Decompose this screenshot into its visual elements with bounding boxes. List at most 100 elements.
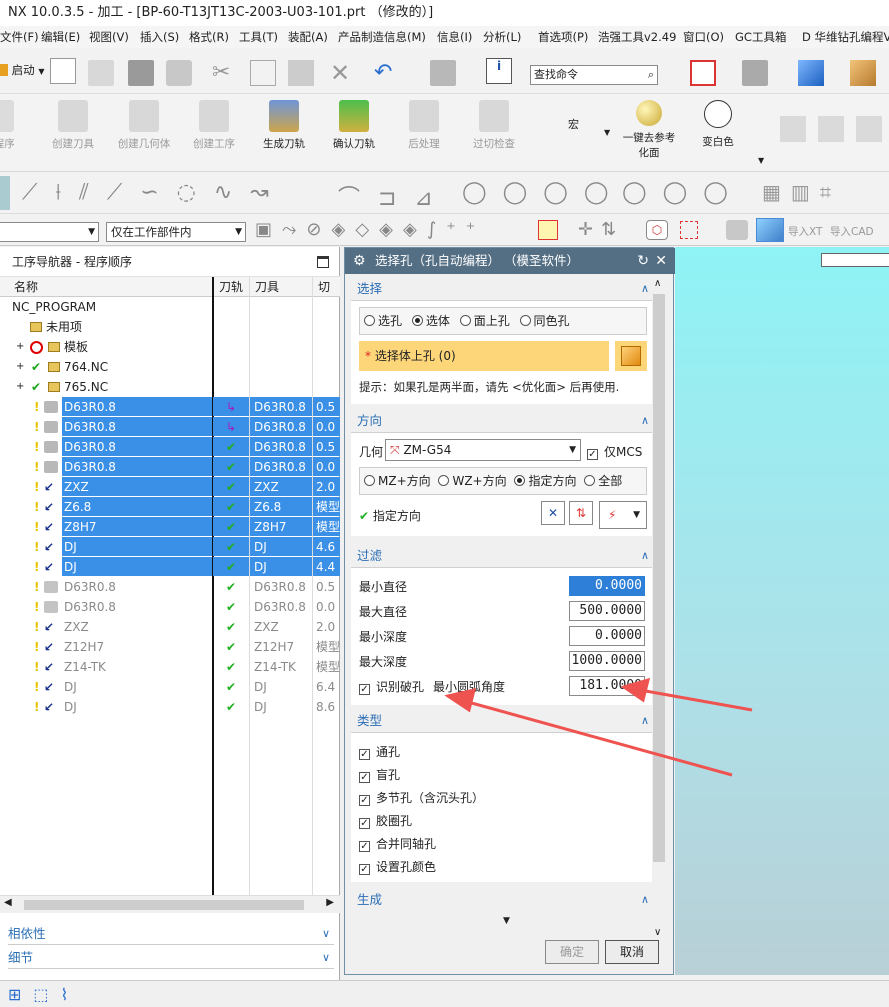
graphics-viewport[interactable] <box>675 247 889 975</box>
maximize-icon[interactable] <box>317 256 329 268</box>
merge-coaxial-checkbox[interactable]: ✓ 合并同轴孔 <box>359 835 436 852</box>
more-chevron-down-icon[interactable]: ▼ <box>503 916 510 926</box>
change-white-button[interactable]: 变白色 <box>688 98 748 149</box>
import-xt-button[interactable]: 导入XT <box>788 224 822 239</box>
new-file-icon[interactable] <box>50 58 76 84</box>
cube-icon[interactable] <box>780 116 806 142</box>
copy-icon[interactable] <box>250 60 276 86</box>
geometry-select[interactable]: ⤧ ZM-G54 ▼ <box>385 439 581 461</box>
information-icon[interactable]: i <box>486 58 512 84</box>
create-geometry-button[interactable]: 创建几何体 <box>107 98 181 151</box>
ribbon-chevron-down-icon[interactable]: ▼ <box>758 156 764 165</box>
menu-huawei[interactable]: D 华维钻孔编程V1 <box>802 26 889 48</box>
chevron-up-icon[interactable]: ∧ <box>641 710 649 732</box>
remove-ref-button[interactable]: 一键去参考化面 <box>618 98 680 160</box>
undo-icon[interactable]: ↶ <box>374 60 400 86</box>
chevron-up-icon[interactable]: ∧ <box>641 278 649 300</box>
scope-filter-select[interactable]: 仅在工作部件内 ▼ <box>106 222 246 242</box>
window-select-icon[interactable] <box>680 221 698 239</box>
tree-root[interactable]: NC_PROGRAM <box>0 297 340 317</box>
cut-icon[interactable]: ✂ <box>212 60 238 86</box>
column-tool[interactable]: 刀具 <box>255 277 279 297</box>
operation-row[interactable]: ! D63R0.8 ✔ D63R0.8 0.0 <box>0 457 340 477</box>
menu-haoqiang[interactable]: 浩强工具v2.49 <box>598 26 676 48</box>
scroll-right-icon[interactable]: ▶ <box>326 897 334 908</box>
max-depth-input[interactable]: 1000.0000 <box>569 651 645 671</box>
select-section-header[interactable]: 选择 ∧ <box>351 278 655 300</box>
radio-face-hole[interactable]: 面上孔 <box>459 314 510 328</box>
select-body-hole-button[interactable]: * 选择体上孔 (0) <box>359 341 609 371</box>
arc-tools-icons[interactable]: ⌒⊐⊿ <box>338 180 451 212</box>
resource-icons[interactable]: ⊞⬚⌇ <box>8 985 80 1004</box>
postprocess-button[interactable]: 后处理 <box>387 98 461 151</box>
operation-row[interactable]: ! ↙ Z14-TK ✔ Z14-TK 模型 <box>0 657 340 677</box>
operation-row[interactable]: ! ↙ DJ ✔ DJ 6.4 <box>0 677 340 697</box>
paste-icon[interactable] <box>288 60 314 86</box>
radio-select-body[interactable]: 选体 <box>411 314 450 328</box>
column-toolpath[interactable]: 刀轨 <box>219 277 243 297</box>
operation-row[interactable]: ! ↙ Z8H7 ✔ Z8H7 模型 <box>0 517 340 537</box>
body-cube-button[interactable] <box>615 341 647 371</box>
scroll-thumb[interactable] <box>24 900 304 910</box>
menu-file[interactable]: 文件(F) <box>0 26 39 48</box>
scroll-down-icon[interactable]: ∨ <box>654 927 661 938</box>
print-icon[interactable] <box>166 60 192 86</box>
broken-hole-checkbox[interactable]: ✓ 识别破孔 <box>359 678 424 695</box>
chevron-up-icon[interactable]: ∧ <box>641 545 649 567</box>
transform-icons[interactable]: ▦▥⌗ <box>762 180 841 204</box>
expand-icon[interactable]: + <box>16 337 24 357</box>
multi-step-hole-checkbox[interactable]: ✓ 多节孔（含沉头孔） <box>359 789 484 806</box>
details-section[interactable]: 细节 ∨ <box>8 947 334 969</box>
filter-funnel-icon[interactable] <box>538 220 558 240</box>
menu-analysis[interactable]: 分析(L) <box>483 26 521 48</box>
radio-all-direction[interactable]: 全部 <box>584 474 622 488</box>
vector-type-select[interactable]: ⚡ ▼ <box>599 501 647 529</box>
dependencies-section[interactable]: 相依性 ∨ <box>8 923 334 945</box>
create-operation-button[interactable]: 创建工序 <box>177 98 251 151</box>
oring-hole-checkbox[interactable]: ✓ 胶圈孔 <box>359 812 412 829</box>
operation-row[interactable]: ! ↙ ZXZ ✔ ZXZ 2.0 <box>0 617 340 637</box>
ok-button[interactable]: 确定 <box>545 940 599 964</box>
circle-tools-icons-2[interactable]: ◯◯◯ <box>622 180 744 205</box>
menu-gc-toolbox[interactable]: GC工具箱 <box>735 26 786 48</box>
eraser-icon[interactable] <box>726 220 748 240</box>
blind-hole-checkbox[interactable]: ✓ 盲孔 <box>359 766 400 783</box>
open-folder-icon[interactable] <box>88 60 114 86</box>
tree-group-765[interactable]: + ✔ 765.NC <box>0 377 340 397</box>
min-depth-input[interactable]: 0.0000 <box>569 626 645 646</box>
operation-row[interactable]: ! ↙ ZXZ ✔ ZXZ 2.0 <box>0 477 340 497</box>
set-hole-color-checkbox[interactable]: ✓ 设置孔颜色 <box>359 858 436 875</box>
filter-section-header[interactable]: 过滤 ∧ <box>351 545 655 567</box>
fit-view-icon[interactable] <box>690 60 716 86</box>
navigator-horizontal-scrollbar[interactable]: ◀ ▶ <box>0 895 340 913</box>
radio-select-hole[interactable]: 选孔 <box>364 314 402 328</box>
wcs-icon[interactable] <box>430 60 456 86</box>
operation-row[interactable]: ! ↙ Z12H7 ✔ Z12H7 模型 <box>0 637 340 657</box>
operation-row[interactable]: ! ↙ Z6.8 ✔ Z6.8 模型 <box>0 497 340 517</box>
shaded-cube-icon[interactable] <box>798 60 824 86</box>
scroll-thumb[interactable] <box>653 294 665 862</box>
menu-view[interactable]: 视图(V) <box>89 26 129 48</box>
menu-pmi[interactable]: 产品制造信息(M) <box>338 26 426 48</box>
chevron-up-icon[interactable]: ∧ <box>641 410 649 432</box>
snap-icons[interactable]: ▣⤳⊘◈◇◈◈∫⁺⁺ <box>255 219 485 240</box>
column-name[interactable]: 名称 <box>14 277 38 297</box>
chevron-down-icon[interactable]: ∨ <box>322 947 330 969</box>
operation-row[interactable]: ! D63R0.8 ↳ D63R0.8 0.5 <box>0 397 340 417</box>
min-arc-angle-input[interactable]: 181.0000 <box>569 676 645 696</box>
cube-icon-3[interactable] <box>856 116 882 142</box>
curve-tools-icons[interactable]: ⟋⟊⫽⟋∽◌∿↝ <box>22 180 287 205</box>
menu-insert[interactable]: 插入(S) <box>140 26 179 48</box>
generate-section-header[interactable]: 生成 ∧ <box>351 889 655 911</box>
menu-edit[interactable]: 编辑(E) <box>41 26 80 48</box>
render-style-icon[interactable] <box>742 60 768 86</box>
verify-toolpath-button[interactable]: 确认刀轨 <box>317 98 391 151</box>
max-diameter-input[interactable]: 500.0000 <box>569 601 645 621</box>
reverse-direction-icon[interactable]: ⇅ <box>569 501 593 525</box>
operation-row[interactable]: ! D63R0.8 ✔ D63R0.8 0.5 <box>0 437 340 457</box>
operation-row[interactable]: ! D63R0.8 ↳ D63R0.8 0.0 <box>0 417 340 437</box>
command-search-input[interactable]: 查找命令 ⌕ <box>530 65 658 85</box>
close-icon[interactable]: ✕ <box>655 248 667 274</box>
layer-icon[interactable] <box>850 60 876 86</box>
radio-mz-direction[interactable]: MZ+方向 <box>364 474 431 488</box>
